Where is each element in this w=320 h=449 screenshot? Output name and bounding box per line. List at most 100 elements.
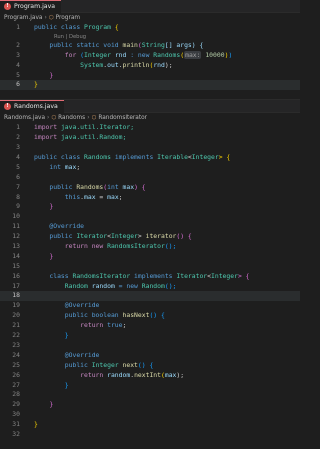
- randoms-editor[interactable]: 1 import java.util.Iterator; 2 import java…: [0, 123, 300, 440]
- line-number: 18: [12, 291, 20, 300]
- line-number: 16: [12, 271, 20, 280]
- code-text: import java.util.Iterator;: [34, 123, 134, 133]
- code-line: 12 public Iterator<Integer> iterator() {: [0, 232, 300, 242]
- code-text: public Randoms(int max) {: [34, 182, 146, 193]
- code-text: public Iterator<Integer> iterator() {: [34, 232, 191, 242]
- line-number: 26: [12, 370, 20, 379]
- code-text: }: [34, 380, 69, 389]
- randoms-breadcrumb: Randoms.java › ⬡ Randoms › ⬡ RandomsIter…: [0, 113, 300, 123]
- code-token: {: [110, 23, 119, 31]
- breadcrumb-inner-class[interactable]: RandomsIterator: [98, 115, 147, 121]
- code-line: 1 import java.util.Iterator;: [0, 123, 300, 133]
- code-token: =: [95, 192, 108, 201]
- code-token: > {: [237, 271, 250, 280]
- code-token: RandomsIterator: [72, 271, 131, 280]
- program-tab-label: Program.java: [14, 3, 56, 10]
- code-line: 28: [0, 390, 300, 400]
- line-number: 5: [16, 70, 20, 79]
- code-line: 32: [0, 430, 300, 440]
- code-token: println: [122, 60, 150, 69]
- line-number: 25: [12, 360, 20, 369]
- line-number: 3: [16, 50, 20, 59]
- code-text: public static void main(String[] args) {: [34, 41, 203, 51]
- code-token: implements: [110, 153, 158, 162]
- code-line: 11 @Override: [0, 222, 300, 232]
- line-number: 6: [16, 172, 20, 181]
- randoms-tab-label: Randoms.java: [14, 103, 58, 111]
- line-number: 9: [16, 202, 20, 211]
- code-token: main: [122, 40, 138, 49]
- code-token: : new: [126, 50, 154, 59]
- line-number: 1: [16, 123, 20, 132]
- line-number: 17: [12, 281, 20, 290]
- code-line: 15: [0, 262, 300, 272]
- code-token: random: [107, 370, 131, 379]
- code-line: 13 return new RandomsIterator();: [0, 242, 300, 252]
- randoms-tab[interactable]: ! Randoms.java: [0, 99, 64, 113]
- code-token: rnd: [153, 60, 165, 69]
- code-token: Integer: [191, 153, 219, 162]
- code-token: import: [34, 133, 61, 142]
- code-token: System: [34, 60, 104, 69]
- code-line-current: 6}: [0, 80, 300, 91]
- breadcrumb-file[interactable]: Program.java: [4, 15, 42, 21]
- program-tab-bar: ! Program.java: [0, 0, 300, 13]
- line-number: 23: [12, 340, 20, 349]
- line-number: 27: [12, 380, 20, 389]
- code-line: 5 int max;: [0, 163, 300, 173]
- code-line: 14 }: [0, 252, 300, 262]
- code-text: return random.nextInt(max);: [34, 371, 184, 381]
- code-token: Randoms: [153, 50, 181, 59]
- code-text: public class Randoms implements Iterable…: [34, 153, 230, 163]
- line-number: 29: [12, 400, 20, 409]
- code-line: 2 public static void main(String[] args)…: [0, 41, 300, 51]
- code-token: public: [34, 360, 92, 369]
- code-text: }: [34, 400, 54, 409]
- code-text: }: [34, 70, 54, 79]
- chevron-right-icon: ›: [44, 15, 47, 21]
- code-token: rnd: [110, 50, 127, 59]
- code-text: public class Program {: [34, 23, 119, 33]
- code-text: public Integer next() {: [34, 360, 154, 371]
- line-number: 15: [12, 261, 20, 270]
- code-line: 29 }: [0, 400, 300, 410]
- code-token: ();: [164, 242, 177, 251]
- line-number: 14: [12, 251, 20, 260]
- code-token: max: [64, 162, 77, 171]
- program-breadcrumb: Program.java › ⬡ Program: [0, 13, 300, 23]
- line-number: 1: [16, 23, 20, 31]
- program-editor[interactable]: 1 public class Program { Run | Debug 2 pu…: [0, 23, 300, 91]
- code-line: 27 }: [0, 381, 300, 391]
- code-line: 26 return random.nextInt(max);: [0, 371, 300, 381]
- code-token: class: [34, 271, 73, 280]
- code-token: Randoms: [76, 182, 104, 191]
- code-line: 9 }: [0, 202, 300, 212]
- code-line: 17 Random random = new Random();: [0, 282, 300, 292]
- code-token: Iterable: [157, 153, 188, 162]
- chevron-right-icon: ›: [47, 115, 50, 122]
- code-token: for: [34, 50, 81, 59]
- code-line: 21 return true;: [0, 321, 300, 331]
- code-token: int: [34, 162, 65, 171]
- error-icon: !: [4, 3, 11, 10]
- code-token: ) {: [134, 182, 146, 191]
- breadcrumb-class[interactable]: Randoms: [58, 115, 85, 121]
- breadcrumb-file[interactable]: Randoms.java: [4, 115, 45, 121]
- codelens-run-debug[interactable]: Run | Debug: [0, 33, 300, 41]
- program-tab[interactable]: ! Program.java: [0, 0, 62, 13]
- code-token: >: [137, 232, 146, 241]
- code-token: implements: [130, 271, 177, 280]
- code-line: 23: [0, 341, 300, 351]
- code-text: int max;: [34, 163, 80, 173]
- line-number: 31: [12, 420, 20, 429]
- code-text: @Override: [34, 350, 100, 359]
- code-text: this.max = max;: [34, 193, 123, 203]
- breadcrumb-class[interactable]: Program: [56, 15, 80, 21]
- line-number: 20: [12, 311, 20, 320]
- code-token: iterator: [145, 232, 177, 241]
- code-token: random: [87, 281, 115, 290]
- code-token: max: [118, 182, 135, 191]
- class-icon: ⬡: [48, 15, 54, 21]
- code-token: return: [34, 321, 108, 330]
- line-number: 13: [12, 242, 20, 251]
